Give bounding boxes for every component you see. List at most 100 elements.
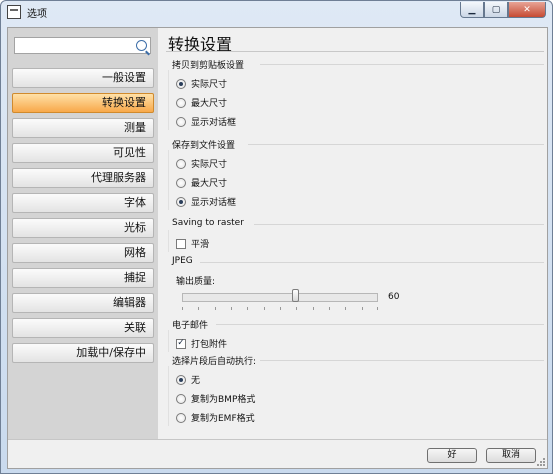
radio-icon bbox=[176, 158, 186, 169]
close-button[interactable]: ✕ bbox=[508, 2, 546, 18]
quality-slider-thumb[interactable] bbox=[292, 289, 299, 302]
after-select-bmp-radio[interactable]: 复制为BMP格式 bbox=[176, 392, 255, 405]
minimize-button[interactable]: ▁ bbox=[460, 2, 484, 18]
slider-tick bbox=[296, 307, 297, 310]
slider-tick bbox=[345, 307, 346, 310]
sidebar-item-measure[interactable]: 测量 bbox=[12, 118, 154, 138]
sidebar-item-label: 可见性 bbox=[113, 146, 146, 159]
slider-tick bbox=[231, 307, 232, 310]
radio-label: 最大尺寸 bbox=[191, 179, 228, 189]
sidebar-item-label: 关联 bbox=[124, 321, 146, 334]
search-input[interactable] bbox=[14, 37, 151, 54]
sidebar-item-label: 测量 bbox=[124, 121, 146, 134]
sidebar-item-label: 光标 bbox=[124, 221, 146, 234]
after-select-none-radio[interactable]: 无 bbox=[176, 373, 200, 386]
quality-slider-track[interactable] bbox=[182, 293, 378, 302]
sidebar-item-label: 一般设置 bbox=[102, 71, 146, 84]
slider-tick bbox=[362, 307, 363, 310]
sidebar-item-label: 代理服务器 bbox=[91, 171, 146, 184]
slider-tick bbox=[247, 307, 248, 310]
file-show-dialog-radio[interactable]: 显示对话框 bbox=[176, 195, 236, 208]
search-icon[interactable] bbox=[136, 40, 147, 51]
clipboard-max-size-radio[interactable]: 最大尺寸 bbox=[176, 96, 227, 109]
sidebar-item-association[interactable]: 关联 bbox=[12, 318, 154, 338]
clipboard-actual-size-radio[interactable]: 实际尺寸 bbox=[176, 77, 227, 90]
title-bar[interactable]: 选项 ▁ ▢ ✕ bbox=[1, 1, 552, 23]
maximize-icon: ▢ bbox=[491, 4, 501, 15]
close-icon: ✕ bbox=[523, 4, 531, 15]
radio-label: 实际尺寸 bbox=[191, 160, 228, 170]
clipboard-show-dialog-radio[interactable]: 显示对话框 bbox=[176, 115, 236, 128]
quality-label: 输出质量: bbox=[176, 277, 216, 287]
file-group-label: 保存到文件设置 bbox=[172, 141, 236, 151]
after-select-emf-radio[interactable]: 复制为EMF格式 bbox=[176, 411, 255, 424]
title-divider bbox=[166, 51, 544, 52]
smooth-checkbox[interactable]: 平滑 bbox=[176, 237, 209, 250]
slider-tick bbox=[280, 307, 281, 310]
sidebar-item-grid[interactable]: 网格 bbox=[12, 243, 154, 263]
checkbox-label: 平滑 bbox=[191, 240, 210, 250]
cancel-button-label: 取消 bbox=[501, 450, 520, 460]
sidebar-item-general[interactable]: 一般设置 bbox=[12, 68, 154, 88]
settings-panel: 转换设置 拷贝到剪贴板设置 实际尺寸 最大尺寸 显示对话框 保存到文件设置 实际… bbox=[162, 28, 548, 439]
group-divider bbox=[168, 70, 169, 130]
maximize-button[interactable]: ▢ bbox=[484, 2, 508, 18]
quality-slider-ticks bbox=[182, 307, 378, 311]
slider-tick bbox=[264, 307, 265, 310]
sidebar-item-snap[interactable]: 捕捉 bbox=[12, 268, 154, 288]
sidebar-item-label: 捕捉 bbox=[124, 271, 146, 284]
slider-tick bbox=[377, 307, 378, 310]
sidebar-item-conversion[interactable]: 转换设置 bbox=[12, 93, 154, 113]
radio-label: 复制为EMF格式 bbox=[191, 414, 255, 424]
group-divider bbox=[254, 224, 544, 225]
group-divider bbox=[200, 262, 544, 263]
sidebar-item-label: 编辑器 bbox=[113, 296, 146, 309]
sidebar-item-visibility[interactable]: 可见性 bbox=[12, 143, 154, 163]
group-divider bbox=[168, 366, 169, 426]
window-controls: ▁ ▢ ✕ bbox=[460, 2, 546, 18]
app-icon bbox=[7, 5, 21, 19]
slider-tick bbox=[329, 307, 330, 310]
quality-value: 60 bbox=[388, 292, 400, 302]
file-actual-size-radio[interactable]: 实际尺寸 bbox=[176, 157, 227, 170]
resize-grip-icon[interactable] bbox=[536, 457, 546, 467]
cancel-button[interactable]: 取消 bbox=[486, 448, 536, 463]
radio-icon bbox=[176, 177, 186, 188]
radio-selected-icon bbox=[176, 374, 186, 385]
ok-button[interactable]: 好 bbox=[427, 448, 477, 463]
radio-label: 显示对话框 bbox=[191, 198, 237, 208]
sidebar-item-load-save[interactable]: 加载中/保存中 bbox=[12, 343, 154, 363]
slider-tick bbox=[313, 307, 314, 310]
group-divider bbox=[168, 230, 169, 252]
dialog-footer: 好 取消 bbox=[8, 439, 547, 468]
radio-icon bbox=[176, 97, 186, 108]
file-max-size-radio[interactable]: 最大尺寸 bbox=[176, 176, 227, 189]
raster-group-label: Saving to raster bbox=[172, 218, 244, 228]
attach-package-checkbox[interactable]: ✓ 打包附件 bbox=[176, 337, 227, 350]
slider-tick bbox=[198, 307, 199, 310]
radio-icon bbox=[176, 412, 186, 423]
window-title: 选项 bbox=[27, 8, 47, 20]
checkbox-label: 打包附件 bbox=[191, 340, 228, 350]
group-divider bbox=[260, 360, 544, 361]
group-divider bbox=[168, 330, 169, 352]
slider-tick bbox=[182, 307, 183, 310]
radio-selected-icon bbox=[176, 196, 186, 207]
sidebar-item-proxy[interactable]: 代理服务器 bbox=[12, 168, 154, 188]
radio-label: 复制为BMP格式 bbox=[191, 395, 256, 405]
group-divider bbox=[260, 64, 544, 65]
radio-icon bbox=[176, 116, 186, 127]
sidebar: 一般设置 转换设置 测量 可见性 代理服务器 字体 光标 网格 捕捉 编辑器 关… bbox=[8, 28, 158, 439]
sidebar-item-cursor[interactable]: 光标 bbox=[12, 218, 154, 238]
radio-icon bbox=[176, 393, 186, 404]
checkbox-empty-icon bbox=[176, 238, 186, 249]
radio-label: 显示对话框 bbox=[191, 118, 237, 128]
checkbox-checked-icon: ✓ bbox=[176, 338, 186, 349]
email-group-label: 电子邮件 bbox=[172, 321, 209, 331]
radio-label: 无 bbox=[191, 376, 201, 386]
sidebar-item-editor[interactable]: 编辑器 bbox=[12, 293, 154, 313]
group-divider bbox=[168, 150, 169, 210]
sidebar-item-font[interactable]: 字体 bbox=[12, 193, 154, 213]
options-window: 选项 ▁ ▢ ✕ 一般设置 转换设置 测量 可见性 代理服务器 字体 光标 网格… bbox=[0, 0, 553, 474]
radio-label: 最大尺寸 bbox=[191, 99, 228, 109]
